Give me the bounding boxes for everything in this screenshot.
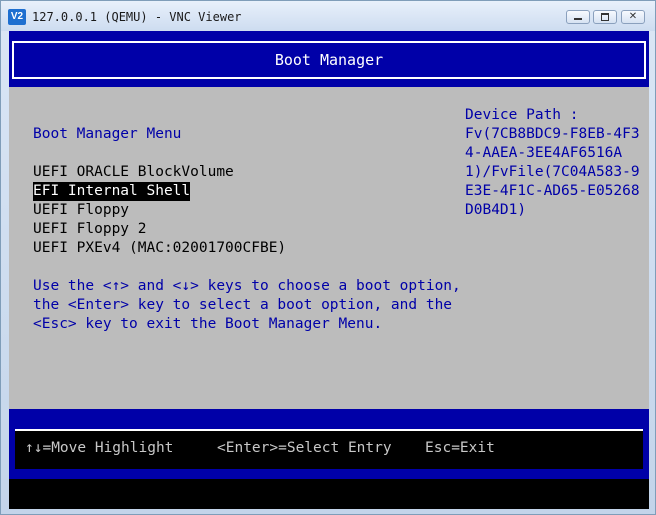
boot-entry-uefi-floppy[interactable]: UEFI Floppy — [33, 201, 129, 220]
hint-exit: Esc=Exit — [425, 440, 495, 456]
title-bar[interactable]: V2 127.0.0.1 (QEMU) - VNC Viewer ✕ — [1, 1, 655, 31]
menu-heading: Boot Manager Menu — [33, 126, 182, 142]
vnc-viewer-window: V2 127.0.0.1 (QEMU) - VNC Viewer ✕ Boot … — [0, 0, 656, 515]
header-box: Boot Manager — [12, 41, 646, 79]
boot-entry-oracle-blockvolume[interactable]: UEFI ORACLE BlockVolume — [33, 163, 234, 182]
boot-entry-uefi-floppy-2[interactable]: UEFI Floppy 2 — [33, 220, 147, 239]
remote-screen[interactable]: Boot Manager Boot Manager Menu UEFI ORAC… — [9, 31, 649, 509]
boot-entry-uefi-pxev4[interactable]: UEFI PXEv4 (MAC:02001700CFBE) — [33, 239, 286, 258]
key-hints-bar: ↑↓=Move Highlight <Enter>=Select Entry E… — [15, 429, 643, 469]
boot-entry-efi-internal-shell[interactable]: EFI Internal Shell — [33, 182, 191, 201]
hint-select-entry: <Enter>=Select Entry — [217, 440, 392, 456]
maximize-icon — [594, 11, 616, 23]
device-path-value: Fv(7CB8BDC9-F8EB-4F34-AAEA-3EE4AF6516A1)… — [465, 126, 640, 218]
window-title: 127.0.0.1 (QEMU) - VNC Viewer — [32, 10, 242, 24]
vnc-app-icon[interactable]: V2 — [8, 9, 26, 25]
footer-band: ↑↓=Move Highlight <Enter>=Select Entry E… — [9, 409, 649, 479]
boot-menu-body: Boot Manager Menu UEFI ORACLE BlockVolum… — [9, 87, 649, 409]
minimize-icon — [567, 11, 589, 23]
maximize-button[interactable] — [593, 10, 617, 24]
minimize-button[interactable] — [566, 10, 590, 24]
hint-move-highlight: ↑↓=Move Highlight — [25, 440, 174, 456]
help-text: Use the <↑> and <↓> keys to choose a boo… — [33, 278, 461, 332]
screen-bottom-margin — [9, 479, 649, 509]
close-icon: ✕ — [628, 11, 638, 22]
header-band: Boot Manager — [9, 31, 649, 87]
device-path-label: Device Path : — [465, 107, 579, 123]
close-button[interactable]: ✕ — [621, 10, 645, 24]
page-title: Boot Manager — [274, 51, 384, 69]
